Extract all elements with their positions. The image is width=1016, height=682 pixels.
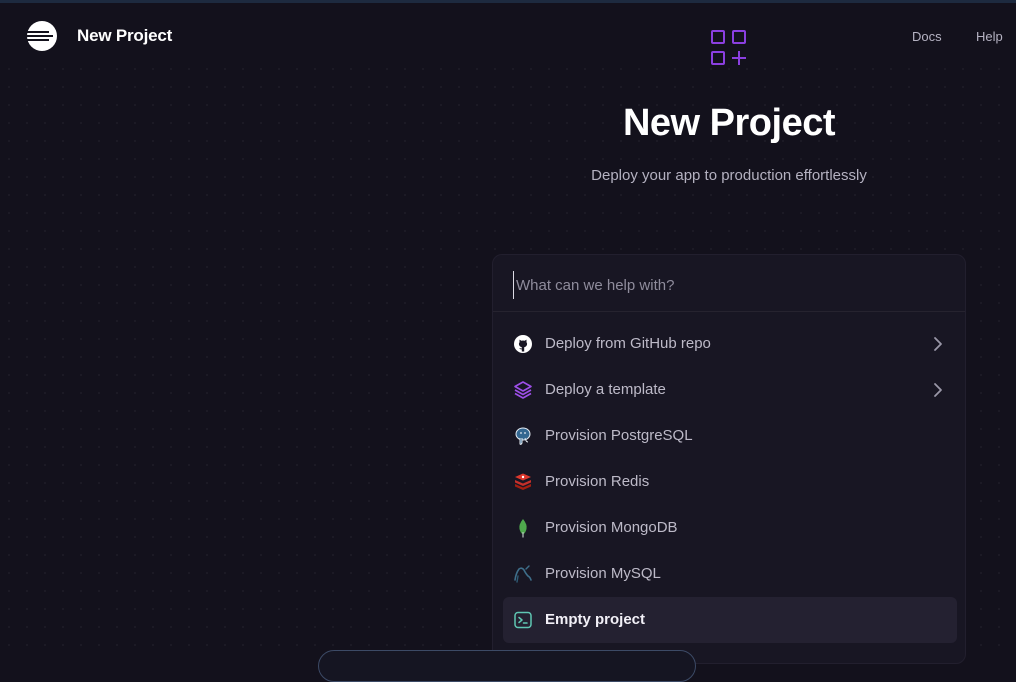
menu-item-label: Deploy from GitHub repo	[545, 335, 711, 352]
terminal-icon	[514, 611, 532, 629]
menu-item-deploy-github[interactable]: Deploy from GitHub repo	[503, 321, 957, 367]
option-list: Deploy from GitHub repo Deploy a templat…	[503, 321, 957, 643]
menu-item-label: Provision Redis	[545, 473, 650, 490]
bottom-floating-bar[interactable]	[318, 650, 696, 682]
mongodb-icon	[519, 519, 527, 538]
menu-item-label: Deploy a template	[545, 381, 666, 398]
search-input[interactable]	[513, 271, 948, 299]
page-subtitle: Deploy your app to production effortless…	[591, 167, 867, 184]
redis-icon	[515, 473, 531, 490]
menu-item-provision-postgresql[interactable]: Provision PostgreSQL	[503, 413, 957, 459]
menu-item-empty-project[interactable]: Empty project	[503, 597, 957, 643]
chevron-right-icon	[934, 337, 942, 351]
menu-item-label: Provision PostgreSQL	[545, 427, 693, 444]
menu-item-provision-mongodb[interactable]: Provision MongoDB	[503, 505, 957, 551]
app-title: New Project	[77, 26, 173, 45]
menu-item-label: Provision MySQL	[545, 565, 661, 582]
help-link[interactable]: Help	[976, 29, 1003, 44]
new-project-command-panel: Deploy from GitHub repo Deploy a templat…	[492, 254, 966, 664]
postgresql-icon	[515, 427, 531, 445]
github-icon	[514, 335, 532, 353]
grid-plus-icon	[711, 30, 746, 65]
chevron-right-icon	[934, 383, 942, 397]
mysql-icon	[514, 565, 532, 583]
railway-logo-icon[interactable]	[26, 20, 58, 52]
menu-item-deploy-template[interactable]: Deploy a template	[503, 367, 957, 413]
docs-link[interactable]: Docs	[912, 29, 942, 44]
search-row	[493, 255, 965, 312]
layers-icon	[514, 381, 532, 399]
menu-item-provision-redis[interactable]: Provision Redis	[503, 459, 957, 505]
menu-item-provision-mysql[interactable]: Provision MySQL	[503, 551, 957, 597]
menu-item-label: Provision MongoDB	[545, 519, 678, 536]
page-title: New Project	[622, 102, 836, 144]
top-bar: New Project Docs Help	[0, 0, 1016, 72]
menu-item-label: Empty project	[545, 611, 646, 628]
